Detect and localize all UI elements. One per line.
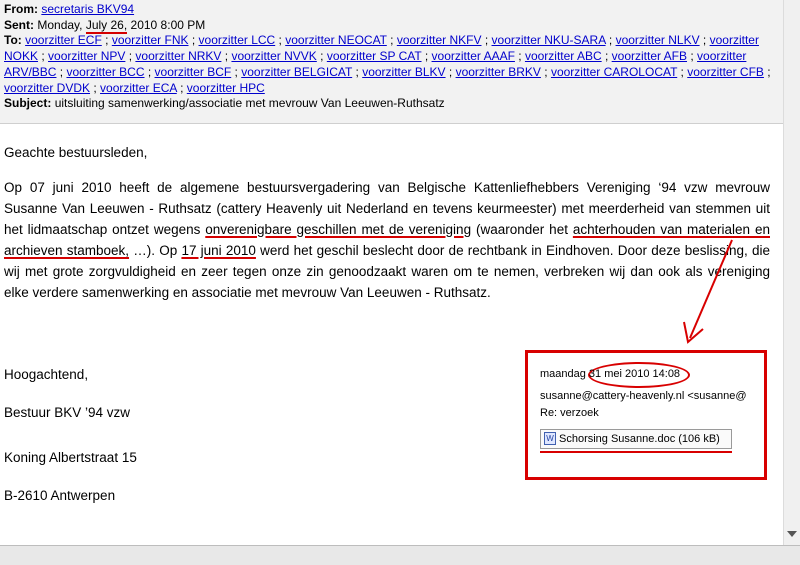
to-row: To: voorzitter ECF ; voorzitter FNK ; vo… — [4, 33, 777, 96]
recipient-link[interactable]: voorzitter ABC — [525, 49, 602, 63]
attachment-file[interactable]: W Schorsing Susanne.doc (106 kB) — [540, 429, 732, 449]
recipient-separator: ; — [481, 33, 492, 48]
recipient-link[interactable]: voorzitter CAROLOCAT — [551, 65, 677, 79]
paragraph-main: Op 07 juni 2010 heeft de algemene bestuu… — [4, 177, 770, 303]
recipient-separator: ; — [144, 64, 155, 79]
recipient-separator: ; — [352, 64, 363, 79]
recipient-link[interactable]: voorzitter SP CAT — [327, 49, 422, 63]
recipient-link[interactable]: voorzitter NRKV — [135, 49, 221, 63]
recipient-link[interactable]: voorzitter BRKV — [456, 65, 541, 79]
closing-city: B-2610 Antwerpen — [4, 488, 116, 503]
recipient-separator: ; — [176, 80, 187, 95]
from-row: From: secretaris BKV94 — [4, 2, 777, 18]
recipient-list: voorzitter ECF ; voorzitter FNK ; voorzi… — [4, 33, 771, 94]
sent-date-highlight: July 26, — [85, 17, 128, 34]
recipient-separator: ; — [514, 49, 525, 64]
sent-label: Sent: — [4, 17, 34, 32]
arrow-head-icon — [683, 321, 704, 344]
recipient-separator: ; — [188, 33, 199, 48]
recipient-link[interactable]: voorzitter ECA — [100, 81, 177, 95]
word-doc-icon: W — [544, 432, 556, 445]
recipient-link[interactable]: voorzitter NVVK — [231, 49, 316, 63]
highlight-date: 17 juni 2010 — [181, 243, 256, 258]
recipient-link[interactable]: voorzitter BCC — [66, 65, 144, 79]
recipient-separator: ; — [101, 33, 112, 48]
closing-street: Koning Albertstraat 15 — [4, 450, 137, 465]
recipient-separator: ; — [677, 64, 688, 79]
closing-regards: Hoogachtend, — [4, 367, 89, 382]
recipient-link[interactable]: voorzitter NKFV — [397, 33, 482, 47]
attachment-file-label: Schorsing Susanne.doc (106 kB) — [559, 433, 720, 445]
recipient-link[interactable]: voorzitter ECF — [25, 33, 102, 47]
p1-text-b: (waaronder het — [471, 222, 573, 237]
recipient-separator: ; — [38, 49, 49, 64]
recipient-link[interactable]: voorzitter NLKV — [616, 33, 700, 47]
attachment-subject: Re: verzoek — [540, 407, 599, 419]
greeting: Geachte bestuursleden, — [4, 145, 148, 160]
recipient-link[interactable]: voorzitter BELGICAT — [241, 65, 352, 79]
recipient-separator: ; — [231, 64, 242, 79]
message-body: Geachte bestuursleden, Op 07 juni 2010 h… — [4, 142, 770, 317]
status-bar — [0, 545, 800, 565]
recipient-separator: ; — [125, 49, 136, 64]
recipient-separator: ; — [605, 33, 616, 48]
recipient-separator: ; — [601, 49, 612, 64]
recipient-link[interactable]: voorzitter AAAF — [432, 49, 515, 63]
from-link[interactable]: secretaris BKV94 — [41, 2, 134, 16]
recipient-link[interactable]: voorzitter BLKV — [362, 65, 445, 79]
recipient-separator: ; — [445, 64, 456, 79]
email-header: From: secretaris BKV94 Sent: Monday, Jul… — [0, 0, 783, 124]
sent-prefix: Monday, — [37, 17, 83, 32]
recipient-link[interactable]: voorzitter DVDK — [4, 81, 90, 95]
recipient-separator: ; — [386, 33, 397, 48]
attachment-date: maandag 31 mei 2010 14:08 — [540, 368, 681, 380]
recipient-link[interactable]: voorzitter FNK — [112, 33, 189, 47]
recipient-separator: ; — [421, 49, 432, 64]
closing-org: Bestuur BKV ’94 vzw — [4, 405, 131, 420]
recipient-link[interactable]: voorzitter NPV — [48, 49, 125, 63]
recipient-separator: ; — [221, 49, 232, 64]
to-label: To: — [4, 33, 22, 48]
highlight-geschillen: onverenigbare geschillen met de verenigi… — [205, 222, 472, 237]
recipient-separator: ; — [699, 33, 710, 48]
sent-row: Sent: Monday, July 26, 2010 8:00 PM — [4, 17, 777, 34]
recipient-separator: ; — [687, 49, 698, 64]
recipient-link[interactable]: voorzitter CFB — [687, 65, 764, 79]
recipient-separator: ; — [316, 49, 327, 64]
recipient-separator: ; — [763, 64, 771, 79]
recipient-link[interactable]: voorzitter LCC — [199, 33, 276, 47]
p1-text-c: …). Op — [129, 243, 182, 258]
vertical-scrollbar[interactable] — [783, 0, 800, 545]
recipient-separator: ; — [540, 64, 551, 79]
from-label: From: — [4, 2, 38, 16]
subject-value: uitsluiting samenwerking/associatie met … — [54, 96, 445, 111]
recipient-separator: ; — [56, 64, 67, 79]
subject-row: Subject: uitsluiting samenwerking/associ… — [4, 96, 777, 112]
sent-rest: 2010 8:00 PM — [130, 17, 206, 32]
recipient-separator: ; — [90, 80, 101, 95]
attachment-from: susanne@cattery-heavenly.nl <susanne@ — [540, 390, 747, 402]
recipient-link[interactable]: voorzitter HPC — [187, 81, 265, 95]
scroll-down-icon[interactable] — [787, 531, 797, 537]
recipient-separator: ; — [275, 33, 286, 48]
recipient-link[interactable]: voorzitter AFB — [612, 49, 687, 63]
attachment-underline — [540, 451, 732, 453]
attachment-evidence-box: maandag 31 mei 2010 14:08 susanne@catter… — [525, 350, 767, 480]
recipient-link[interactable]: voorzitter NEOCAT — [285, 33, 387, 47]
recipient-link[interactable]: voorzitter NKU-SARA — [492, 33, 606, 47]
recipient-link[interactable]: voorzitter BCF — [155, 65, 232, 79]
subject-label: Subject: — [4, 96, 52, 111]
